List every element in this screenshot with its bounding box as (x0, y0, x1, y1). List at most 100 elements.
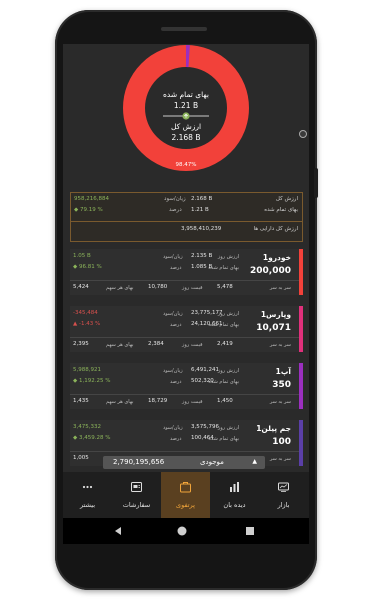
summary-percent-value: ◆ 79.19 % (74, 207, 103, 213)
nav-more[interactable]: بیشتر (63, 472, 112, 518)
donut-percent: 98.47% (175, 162, 197, 168)
percent-label: درصد (170, 322, 182, 328)
summary-cost-value: 1.21 B (191, 207, 209, 213)
stock-color-bar (299, 363, 303, 409)
stock-symbol: وپارس1 (260, 310, 291, 319)
avg-share-cost-label: بهای هر سهم (106, 285, 134, 291)
nav-market[interactable]: بازار (259, 472, 308, 518)
stock-cost-value: 502,320 (191, 378, 214, 384)
profit-loss-label: زیان/سود (163, 425, 183, 431)
stock-percent: ◆ 1,192.25 % (73, 378, 110, 384)
donut-cost-value: 1.21 B (173, 101, 199, 110)
profit-loss-label: زیان/سود (163, 368, 183, 374)
nav-orders[interactable]: سفارشات (112, 472, 161, 518)
card-divider (70, 280, 299, 281)
donut-svg (123, 45, 249, 171)
stock-quantity: 350 (272, 380, 291, 390)
stock-color-bar (299, 306, 303, 352)
stock-percent-value: 96.81 % (78, 264, 102, 270)
stock-quantity: 100 (272, 437, 291, 447)
break-even-label: سر به سر (269, 342, 291, 348)
balance-value: 2,790,195,656 (113, 458, 165, 466)
break-even-label: سر به سر (269, 285, 291, 291)
nav-more-label: بیشتر (79, 501, 96, 509)
percent-label: درصد (170, 379, 182, 385)
day-value-label: ارزش روز (217, 425, 239, 431)
stock-break-even: 5,424 (73, 284, 89, 290)
side-drag-handle-icon[interactable] (299, 130, 307, 138)
stock-day-value: 6,491,241 (191, 367, 219, 373)
balance-bar[interactable]: 2,790,195,656 موجودی ▲ (103, 456, 265, 469)
stock-profit-value: 5,988,921 (73, 367, 101, 373)
stock-percent-value: -1.43 % (78, 321, 101, 327)
system-nav-svg (115, 526, 254, 536)
stock-day-price: 2,384 (148, 341, 164, 347)
portfolio-briefcase-icon (180, 482, 191, 493)
balance-label: موجودی (200, 458, 224, 466)
trend-icon: ◆ (73, 264, 78, 270)
percent-label: درصد (170, 436, 182, 442)
stock-cost-value: 1.085 B (191, 264, 213, 270)
watchlist-chart-icon (230, 482, 239, 492)
stock-cost-value: 24,120,661 (191, 321, 223, 327)
portfolio-donut-chart: بهای تمام شده 1.21 B ارزش کل 2.168 B 98.… (63, 44, 309, 191)
stock-break-even: 1,435 (73, 398, 89, 404)
day-price-label: قیمت روز (182, 285, 203, 291)
up-triangle-icon: ◆ (74, 207, 79, 213)
stock-break-even: 1,005 (73, 455, 89, 461)
summary-total-label: ارزش کل (275, 196, 298, 202)
trend-icon: ◆ (73, 378, 78, 384)
stock-avg-cost: 1,450 (217, 398, 233, 404)
expand-up-icon[interactable]: ▲ (252, 458, 257, 465)
nav-portfolio[interactable]: پرتفوی (161, 472, 210, 518)
recents-icon[interactable] (246, 527, 254, 535)
back-icon[interactable] (115, 527, 121, 535)
stock-quantity: 200,000 (250, 266, 291, 276)
break-even-label: سر به سر (269, 399, 291, 405)
day-price-label: قیمت روز (182, 399, 203, 405)
summary-cost-label: بهای تمام شده (264, 207, 298, 213)
app-screen: بهای تمام شده 1.21 B ارزش کل 2.168 B 98.… (63, 44, 309, 544)
phone-speaker (161, 27, 207, 31)
stock-card[interactable]: خودرو1 200,000 ارزش روز 2.135 B زیان/سود 1.05… (70, 249, 303, 295)
stock-profit-value: -345,484 (73, 310, 98, 316)
avg-share-cost-label: بهای هر سهم (106, 399, 134, 405)
stock-symbol: جم پیلن1 (256, 424, 291, 433)
stock-avg-cost: 5,478 (217, 284, 233, 290)
day-price-label: قیمت روز (182, 342, 203, 348)
stock-break-even: 2,395 (73, 341, 89, 347)
system-navigation-bar (63, 518, 309, 544)
summary-divider (71, 221, 302, 222)
nav-orders-label: سفارشات (122, 501, 151, 509)
bottom-navigation: بیشتر سفارشات پرتفوی دیده بان بازار (63, 472, 309, 518)
percent-label: درصد (170, 265, 182, 271)
portfolio-summary-box: ارزش کل 2.168 B زیان/سود 958,216,884 بها… (70, 192, 303, 242)
donut-total-value: 2.168 B (171, 133, 201, 142)
trend-icon: ▲ (73, 321, 78, 327)
stock-day-price: 18,729 (148, 398, 168, 404)
stock-percent-value: 1,192.25 % (78, 378, 111, 384)
stock-percent: ◆ 3,459.28 % (73, 435, 110, 441)
nav-watchlist-label: دیده بان (223, 501, 246, 509)
stock-symbol: خودرو1 (262, 253, 291, 262)
stock-card[interactable]: وپارس1 10,071 ارزش روز 23,775,177 زیان/سود -3… (70, 306, 303, 352)
nav-watchlist[interactable]: دیده بان (210, 472, 259, 518)
market-icon (278, 482, 289, 492)
summary-percent-text: 79.19 % (79, 207, 103, 213)
break-even-label: سر به سر (269, 456, 291, 462)
avg-share-cost-label: بهای هر سهم (106, 342, 134, 348)
stock-day-price: 10,780 (148, 284, 168, 290)
profit-loss-label: زیان/سود (163, 254, 183, 260)
card-divider (70, 337, 299, 338)
stock-day-value: 2.135 B (191, 253, 213, 259)
home-icon[interactable] (177, 526, 187, 536)
stock-card[interactable]: آپ1 350 ارزش روز 6,491,241 زیان/سود 5,988,921… (70, 363, 303, 409)
orders-icon (131, 482, 142, 492)
nav-market-label: بازار (277, 501, 290, 509)
day-value-label: ارزش روز (217, 254, 239, 260)
phone-side-button (314, 168, 318, 198)
donut-cost-label: بهای تمام شده (163, 90, 209, 99)
stock-quantity: 10,071 (256, 323, 291, 333)
summary-assets-label: ارزش کل دارایی ها (253, 226, 298, 232)
summary-profit-value: 958,216,884 (74, 196, 109, 202)
